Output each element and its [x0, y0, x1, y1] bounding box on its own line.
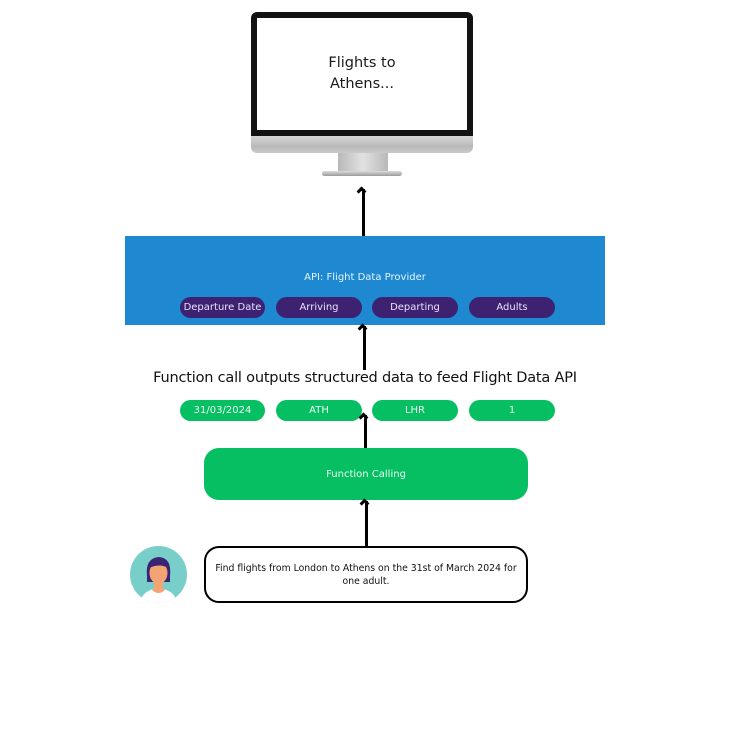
value-adults: 1 [469, 400, 555, 421]
value-departure-date: 31/03/2024 [180, 400, 265, 421]
function-calling-label: Function Calling [326, 468, 406, 480]
value-departing: LHR [372, 400, 458, 421]
arrow-up-icon [362, 189, 365, 236]
function-calling-box: Function Calling [204, 448, 528, 500]
user-prompt-text: Find flights from London to Athens on th… [215, 562, 517, 587]
arrow-up-icon [365, 501, 368, 546]
monitor-chin [251, 136, 473, 153]
api-param-adults: Adults [469, 297, 555, 318]
caption-text: Function call outputs structured data to… [153, 370, 577, 386]
user-avatar-icon [130, 546, 187, 603]
monitor-stand [338, 153, 388, 172]
value-arriving: ATH [276, 400, 362, 421]
monitor-base [322, 171, 402, 176]
api-param-departure-date: Departure Date [180, 297, 265, 318]
arrow-up-icon [364, 415, 367, 448]
monitor-screen-text: Flights to Athens... [328, 55, 396, 92]
api-title: API: Flight Data Provider [304, 272, 426, 283]
arrow-up-icon [363, 326, 366, 370]
api-param-departing: Departing [372, 297, 458, 318]
user-prompt-box: Find flights from London to Athens on th… [204, 546, 528, 603]
monitor-screen: Flights to Athens... [257, 18, 467, 130]
api-param-arriving: Arriving [276, 297, 362, 318]
